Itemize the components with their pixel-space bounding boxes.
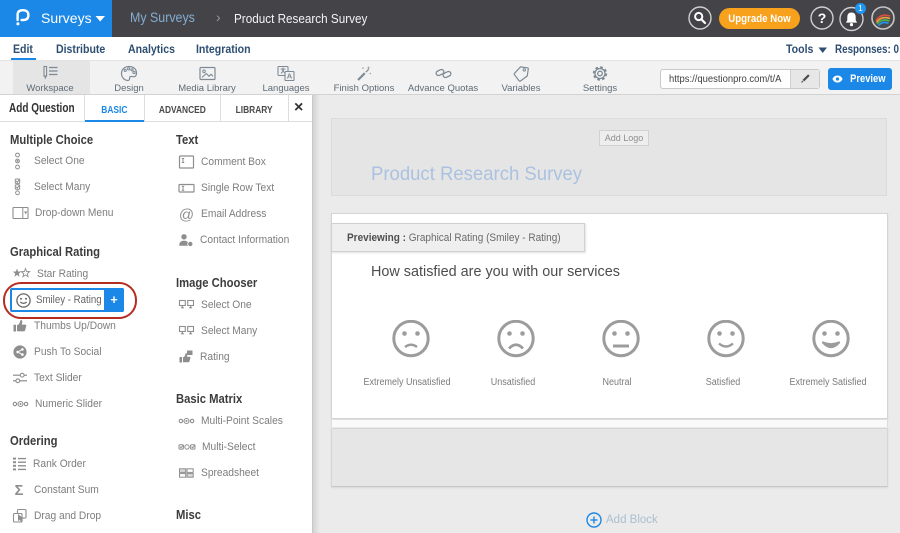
svg-text:?: ? (818, 10, 827, 26)
svg-text:@: @ (179, 206, 194, 223)
svg-text:Σ: Σ (15, 483, 24, 498)
svg-text:A: A (287, 72, 293, 81)
